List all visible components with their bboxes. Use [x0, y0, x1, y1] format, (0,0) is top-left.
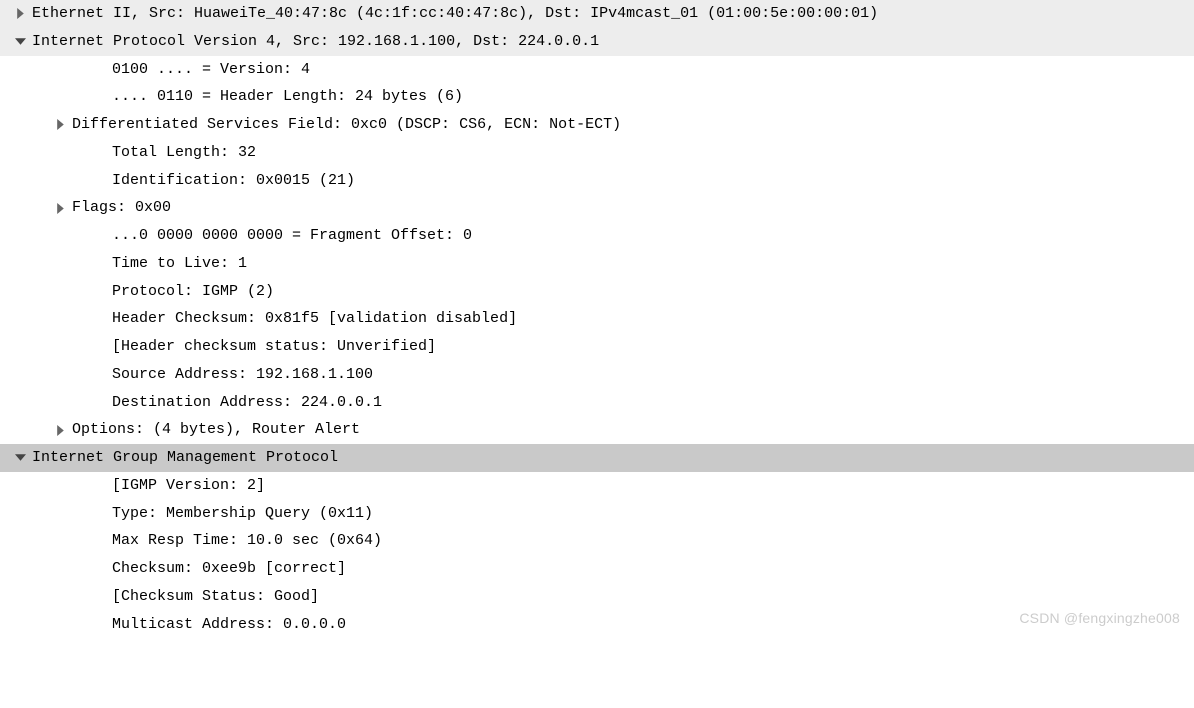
- tree-row-label: [Header checksum status: Unverified]: [112, 333, 1194, 361]
- tree-row[interactable]: ...0 0000 0000 0000 = Fragment Offset: 0: [0, 222, 1194, 250]
- tree-row[interactable]: [IGMP Version: 2]: [0, 472, 1194, 500]
- tree-row[interactable]: Max Resp Time: 10.0 sec (0x64): [0, 527, 1194, 555]
- tree-row-label: Internet Protocol Version 4, Src: 192.16…: [32, 28, 1194, 56]
- tree-row-label: Source Address: 192.168.1.100: [112, 361, 1194, 389]
- tree-row-label: Internet Group Management Protocol: [32, 444, 1194, 472]
- tree-row-label: Flags: 0x00: [72, 194, 1194, 222]
- tree-row[interactable]: Differentiated Services Field: 0xc0 (DSC…: [0, 111, 1194, 139]
- tree-row[interactable]: Identification: 0x0015 (21): [0, 167, 1194, 195]
- tree-row[interactable]: Internet Protocol Version 4, Src: 192.16…: [0, 28, 1194, 56]
- tree-row-label: [IGMP Version: 2]: [112, 472, 1194, 500]
- tree-row[interactable]: Type: Membership Query (0x11): [0, 500, 1194, 528]
- tree-row-label: Max Resp Time: 10.0 sec (0x64): [112, 527, 1194, 555]
- watermark-text: CSDN @fengxingzhe008: [1019, 606, 1180, 632]
- tree-row[interactable]: Internet Group Management Protocol: [0, 444, 1194, 472]
- collapse-icon[interactable]: [8, 452, 32, 463]
- tree-row-label: Time to Live: 1: [112, 250, 1194, 278]
- tree-row[interactable]: Flags: 0x00: [0, 194, 1194, 222]
- tree-row-label: 0100 .... = Version: 4: [112, 56, 1194, 84]
- tree-row[interactable]: Protocol: IGMP (2): [0, 278, 1194, 306]
- tree-row[interactable]: 0100 .... = Version: 4: [0, 56, 1194, 84]
- tree-row[interactable]: Checksum: 0xee9b [correct]: [0, 555, 1194, 583]
- tree-row[interactable]: Header Checksum: 0x81f5 [validation disa…: [0, 305, 1194, 333]
- tree-row[interactable]: Source Address: 192.168.1.100: [0, 361, 1194, 389]
- expand-icon[interactable]: [48, 203, 72, 214]
- tree-row[interactable]: Options: (4 bytes), Router Alert: [0, 416, 1194, 444]
- tree-row-label: Options: (4 bytes), Router Alert: [72, 416, 1194, 444]
- expand-icon[interactable]: [48, 119, 72, 130]
- tree-row-label: Destination Address: 224.0.0.1: [112, 389, 1194, 417]
- tree-row-label: Checksum: 0xee9b [correct]: [112, 555, 1194, 583]
- tree-row-label: Ethernet II, Src: HuaweiTe_40:47:8c (4c:…: [32, 0, 1194, 28]
- tree-row[interactable]: Time to Live: 1: [0, 250, 1194, 278]
- expand-icon[interactable]: [8, 8, 32, 19]
- packet-details-tree: Ethernet II, Src: HuaweiTe_40:47:8c (4c:…: [0, 0, 1194, 638]
- tree-row[interactable]: Total Length: 32: [0, 139, 1194, 167]
- tree-row[interactable]: Ethernet II, Src: HuaweiTe_40:47:8c (4c:…: [0, 0, 1194, 28]
- tree-row-label: Differentiated Services Field: 0xc0 (DSC…: [72, 111, 1194, 139]
- tree-row-label: Type: Membership Query (0x11): [112, 500, 1194, 528]
- tree-row[interactable]: [Header checksum status: Unverified]: [0, 333, 1194, 361]
- tree-row-label: Identification: 0x0015 (21): [112, 167, 1194, 195]
- tree-row-label: Total Length: 32: [112, 139, 1194, 167]
- expand-icon[interactable]: [48, 425, 72, 436]
- tree-row-label: ...0 0000 0000 0000 = Fragment Offset: 0: [112, 222, 1194, 250]
- tree-row-label: Header Checksum: 0x81f5 [validation disa…: [112, 305, 1194, 333]
- tree-row[interactable]: Destination Address: 224.0.0.1: [0, 389, 1194, 417]
- collapse-icon[interactable]: [8, 36, 32, 47]
- tree-row[interactable]: [Checksum Status: Good]: [0, 583, 1194, 611]
- tree-row-label: Protocol: IGMP (2): [112, 278, 1194, 306]
- tree-row[interactable]: .... 0110 = Header Length: 24 bytes (6): [0, 83, 1194, 111]
- tree-row-label: .... 0110 = Header Length: 24 bytes (6): [112, 83, 1194, 111]
- tree-row[interactable]: Multicast Address: 0.0.0.0: [0, 611, 1194, 639]
